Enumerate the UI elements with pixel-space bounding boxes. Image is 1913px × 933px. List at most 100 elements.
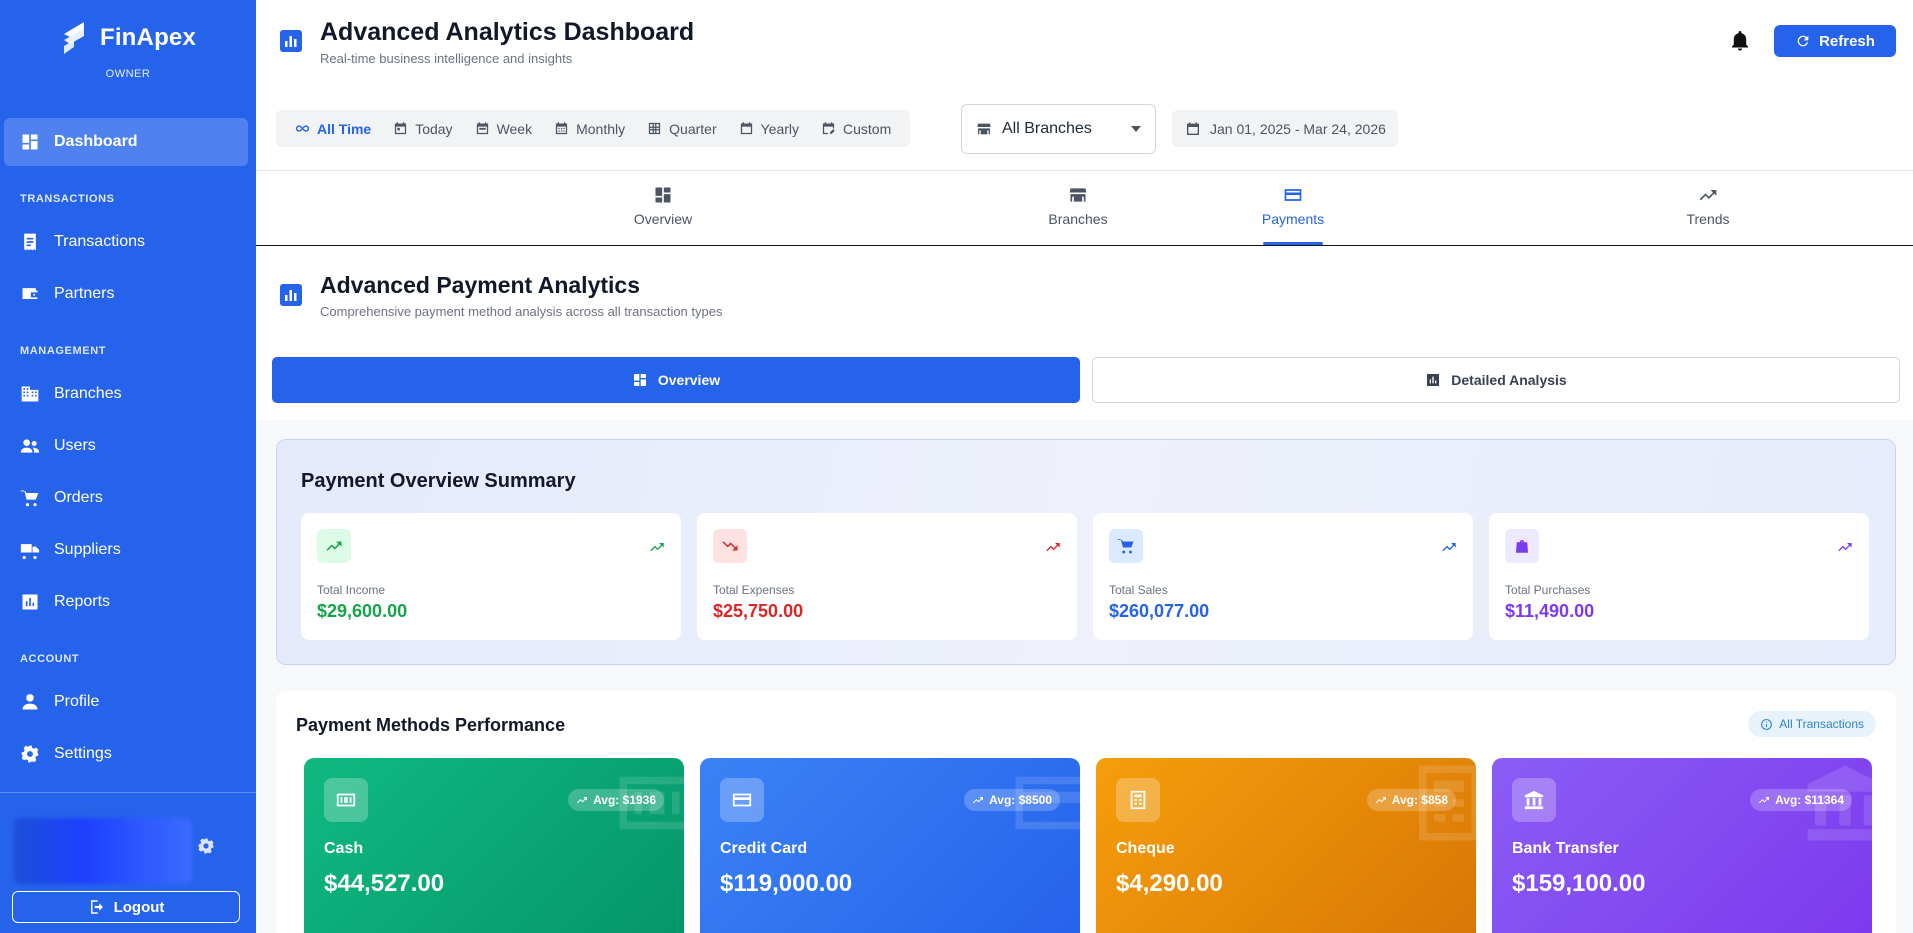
sidebar-item-dashboard[interactable]: Dashboard: [4, 118, 248, 166]
summary-title: Payment Overview Summary: [301, 470, 576, 492]
method-avg: Avg: $8500: [989, 793, 1052, 807]
method-name: Cash: [324, 840, 364, 857]
dashboard-icon: [633, 374, 646, 386]
shopping-bag-icon: [1505, 529, 1539, 563]
user-card[interactable]: [14, 818, 192, 884]
user-role: OWNER: [105, 68, 151, 80]
stat-label: Total Purchases: [1505, 583, 1591, 597]
report-icon: [1427, 374, 1440, 386]
trending-up-icon: [1046, 543, 1060, 552]
sidebar-item-suppliers[interactable]: Suppliers: [4, 526, 248, 574]
filter-today[interactable]: Today: [382, 110, 463, 147]
user-settings-gear-icon[interactable]: [197, 837, 215, 855]
store-icon: [977, 123, 991, 135]
date-range-value: Jan 01, 2025 - Mar 24, 2026: [1210, 120, 1386, 137]
sidebar-item-partners[interactable]: Partners: [4, 270, 248, 318]
dashboard-icon: [655, 187, 671, 203]
filter-monthly[interactable]: Monthly: [543, 110, 636, 147]
credit-card-icon: [1284, 189, 1302, 201]
filter-label: All Time: [317, 120, 372, 137]
cash-icon: [324, 778, 368, 822]
nav-section-management: MANAGEMENT: [20, 345, 107, 357]
sidebar-item-label: Branches: [54, 385, 122, 402]
sidebar-item-transactions[interactable]: Transactions: [4, 218, 248, 266]
method-avg-badge: Avg: $1936: [568, 789, 664, 811]
methods-title: Payment Methods Performance: [296, 715, 566, 735]
sidebar-item-settings[interactable]: Settings: [4, 730, 248, 778]
method-card-credit-card[interactable]: Avg: $8500 Credit Card $119,000.00: [700, 758, 1080, 933]
sidebar: FinApex OWNER Dashboard TRANSACTIONS Tra…: [0, 0, 256, 933]
method-value: $119,000.00: [720, 870, 853, 897]
method-value: $159,100.00: [1512, 870, 1646, 897]
sidebar-item-reports[interactable]: Reports: [4, 578, 248, 626]
method-card-cheque[interactable]: Avg: $858 Cheque $4,290.00: [1096, 758, 1476, 933]
tab-trends[interactable]: Trends: [1648, 171, 1768, 246]
notification-bell-icon[interactable]: [1730, 30, 1750, 52]
refresh-label: Refresh: [1819, 32, 1875, 50]
calendar-year-icon: [740, 122, 752, 135]
section-title: Advanced Payment Analytics: [320, 272, 640, 298]
active-tab-indicator: [1263, 242, 1323, 245]
tab-overview[interactable]: Overview: [603, 171, 723, 246]
filter-week[interactable]: Week: [464, 110, 544, 147]
filter-label: Custom: [843, 120, 892, 137]
filter-yearly[interactable]: Yearly: [728, 110, 810, 147]
filter-label: Yearly: [760, 120, 800, 137]
branch-select-value: All Branches: [1002, 120, 1092, 137]
trending-up-icon: [1699, 190, 1717, 201]
calendar-month-icon: [555, 122, 568, 135]
sidebar-item-orders[interactable]: Orders: [4, 474, 248, 522]
subtab-detailed-analysis[interactable]: Detailed Analysis: [1092, 357, 1900, 403]
stat-value: $29,600.00: [317, 601, 408, 621]
sidebar-item-users[interactable]: Users: [4, 422, 248, 470]
sidebar-item-branches[interactable]: Branches: [4, 370, 248, 418]
date-range-picker[interactable]: Jan 01, 2025 - Mar 24, 2026: [1172, 110, 1398, 147]
filter-quarter[interactable]: Quarter: [636, 110, 727, 147]
subtab-overview[interactable]: Overview: [272, 357, 1080, 403]
stat-label: Total Income: [317, 583, 386, 597]
credit-card-icon: [720, 778, 764, 822]
sidebar-item-profile[interactable]: Profile: [4, 678, 248, 726]
method-card-bank-transfer[interactable]: Avg: $11364 Bank Transfer $159,100.00: [1492, 758, 1872, 933]
infinity-icon: [295, 125, 310, 132]
logout-label: Logout: [113, 898, 165, 916]
tab-label: Overview: [633, 211, 693, 227]
branch-select[interactable]: All Branches: [961, 104, 1156, 154]
topbar: Advanced Analytics Dashboard Real-time b…: [256, 0, 1913, 171]
filter-all-time[interactable]: All Time: [284, 110, 382, 147]
person-icon: [22, 694, 38, 710]
tab-payments[interactable]: Payments: [1233, 171, 1353, 246]
tab-label: Trends: [1686, 211, 1730, 227]
filter-label: Monthly: [576, 120, 626, 137]
main-area: Advanced Analytics Dashboard Real-time b…: [256, 0, 1913, 933]
method-avg: Avg: $1936: [593, 793, 656, 807]
refresh-button[interactable]: Refresh: [1774, 25, 1896, 57]
calendar-edit-icon: [822, 122, 835, 135]
stat-card-total-purchases: Total Purchases $11,490.00: [1489, 513, 1869, 640]
wallet-icon: [22, 288, 38, 299]
filter-label: Today: [415, 120, 453, 137]
stat-value: $260,077.00: [1109, 601, 1210, 621]
chevron-down-icon: [1131, 126, 1141, 132]
badge-label: All Transactions: [1779, 717, 1864, 731]
grid-icon: [649, 122, 661, 135]
cheque-icon: [1116, 778, 1160, 822]
method-avg: Avg: $858: [1391, 793, 1448, 807]
logout-button[interactable]: Logout: [12, 891, 240, 923]
logout-icon: [90, 900, 103, 914]
calendar-day-icon: [395, 122, 407, 135]
gear-icon: [21, 745, 39, 763]
tab-label: Payments: [1261, 211, 1325, 227]
sidebar-item-label: Suppliers: [54, 541, 121, 558]
stat-label: Total Sales: [1109, 583, 1168, 597]
tab-branches[interactable]: Branches: [1018, 171, 1138, 246]
trending-up-icon: [577, 797, 588, 804]
sidebar-item-label: Partners: [54, 285, 115, 302]
info-icon: [1761, 718, 1773, 730]
truck-icon: [20, 544, 40, 560]
method-card-cash[interactable]: Avg: $1936 Cash $44,527.00: [304, 758, 684, 933]
store-icon: [1069, 188, 1087, 202]
nav-section-transactions: TRANSACTIONS: [20, 193, 115, 205]
filter-custom[interactable]: Custom: [810, 110, 902, 147]
trending-up-icon: [973, 797, 984, 804]
